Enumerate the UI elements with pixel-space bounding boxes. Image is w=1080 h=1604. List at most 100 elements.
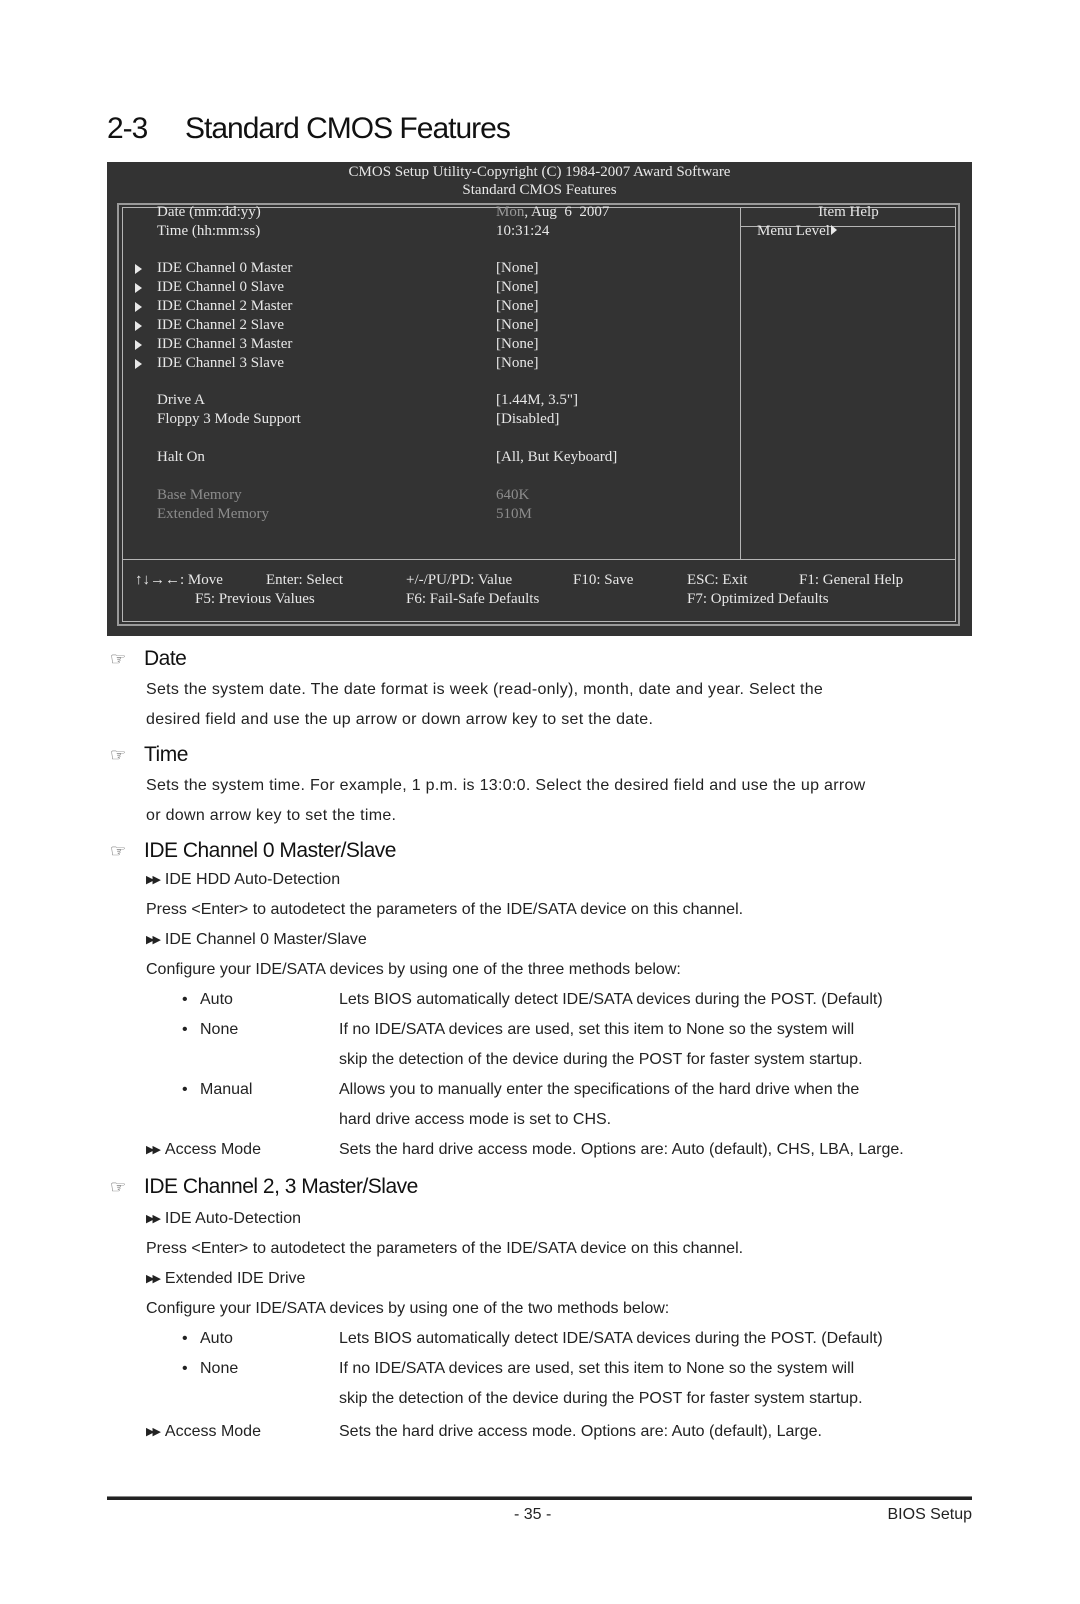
option-none-desc-2: skip the detection of the device during … bbox=[339, 1051, 863, 1068]
submenu-arrow-icon bbox=[135, 359, 142, 369]
option-name: Auto bbox=[200, 1330, 233, 1347]
bios-caption-title: Standard CMOS Features bbox=[462, 182, 617, 198]
item-label: IDE Channel 3 Master bbox=[157, 336, 293, 352]
item-value[interactable]: [All, But Keyboard] bbox=[496, 449, 617, 466]
option-name: None bbox=[200, 1360, 239, 1377]
sub-title: Access Mode bbox=[164, 1141, 261, 1158]
footer-section-name: BIOS Setup bbox=[887, 1506, 973, 1523]
item-value[interactable]: [1.44M, 3.5"] bbox=[496, 392, 578, 409]
submenu-arrow-icon bbox=[135, 302, 142, 312]
option-auto-desc: Lets BIOS automatically detect IDE/SATA … bbox=[339, 991, 883, 1008]
sub-ide-hdd-auto-detection: ▶▶ IDE HDD Auto-Detection bbox=[146, 871, 340, 889]
item-value[interactable]: [None] bbox=[496, 355, 538, 372]
double-triangle-icon: ▶▶ bbox=[146, 1213, 161, 1225]
submenu-arrow-icon bbox=[135, 340, 142, 350]
option-none-desc-1: If no IDE/SATA devices are used, set thi… bbox=[339, 1021, 855, 1038]
item-label: Base Memory bbox=[157, 487, 242, 503]
option-none-desc-1: If no IDE/SATA devices are used, set thi… bbox=[339, 1360, 855, 1377]
key-help: F1: General Help bbox=[799, 572, 904, 588]
item-value[interactable]: 10:31:24 bbox=[496, 223, 549, 240]
section-title: IDE Channel 0 Master/Slave bbox=[144, 839, 396, 862]
key-f7: F7: Optimized Defaults bbox=[687, 591, 829, 607]
text-line: Sets the system date. The date format is… bbox=[146, 681, 824, 698]
option-none: • None bbox=[182, 1021, 238, 1039]
date-value: , Aug 6 2007 bbox=[524, 204, 610, 220]
sub-ide-auto-detection: ▶▶ IDE Auto-Detection bbox=[146, 1210, 301, 1228]
time-description: Sets the system time. For example, 1 p.m… bbox=[146, 771, 972, 831]
bullet-icon: • bbox=[182, 1360, 188, 1377]
option-none-desc-2: skip the detection of the device during … bbox=[339, 1390, 863, 1407]
ide0-access-mode: ▶▶ Access Mode bbox=[146, 1141, 261, 1159]
item-value: 510M bbox=[496, 506, 532, 522]
item-value[interactable]: [None] bbox=[496, 317, 538, 334]
item-label: IDE Channel 0 Slave bbox=[157, 279, 285, 295]
pointing-hand-icon: ☞ bbox=[110, 841, 126, 861]
section-ide-channel-2-3: ☞ IDE Channel 2, 3 Master/Slave bbox=[110, 1175, 418, 1199]
text-line: desired field and use the up arrow or do… bbox=[146, 711, 654, 728]
item-value[interactable]: [None] bbox=[496, 336, 538, 353]
double-triangle-icon: ▶▶ bbox=[146, 874, 161, 886]
ide0-sub2-text: Configure your IDE/SATA devices by using… bbox=[146, 961, 681, 978]
bullet-icon: • bbox=[182, 991, 188, 1008]
bios-caption-copyright: CMOS Setup Utility-Copyright (C) 1984-20… bbox=[348, 164, 731, 180]
option-name: Auto bbox=[200, 991, 233, 1008]
submenu-arrow-icon bbox=[135, 283, 142, 293]
page-number: - 35 - bbox=[514, 1506, 552, 1523]
item-value[interactable]: [None] bbox=[496, 260, 538, 277]
key-f5: F5: Previous Values bbox=[195, 591, 315, 607]
submenu-arrow-icon bbox=[135, 321, 142, 331]
item-label: IDE Channel 2 Master bbox=[157, 298, 293, 314]
date-description: Sets the system date. The date format is… bbox=[146, 675, 972, 735]
section-time: ☞ Time bbox=[110, 743, 188, 767]
help-divider bbox=[740, 207, 741, 559]
item-label: IDE Channel 3 Slave bbox=[157, 355, 285, 371]
bullet-icon: • bbox=[182, 1081, 188, 1098]
ide0-access-mode-desc: Sets the hard drive access mode. Options… bbox=[339, 1141, 904, 1158]
weekday-readonly: Mon bbox=[496, 204, 525, 220]
item-label: Time (hh:mm:ss) bbox=[157, 223, 261, 239]
sub-ide-channel-0-master-slave: ▶▶ IDE Channel 0 Master/Slave bbox=[146, 931, 367, 949]
submenu-arrow-icon bbox=[135, 264, 142, 274]
bios-screen: CMOS Setup Utility-Copyright (C) 1984-20… bbox=[107, 162, 972, 636]
pointing-hand-icon: ☞ bbox=[110, 1177, 126, 1197]
option-name: Manual bbox=[200, 1081, 253, 1098]
option-auto: • Auto bbox=[182, 1330, 233, 1348]
ide23-sub2-text: Configure your IDE/SATA devices by using… bbox=[146, 1300, 670, 1317]
key-value: +/-/PU/PD: Value bbox=[406, 572, 513, 588]
footer-rule bbox=[107, 1496, 972, 1500]
heading-title: Standard CMOS Features bbox=[185, 112, 511, 145]
item-label: Halt On bbox=[157, 449, 205, 465]
section-ide-channel-0: ☞ IDE Channel 0 Master/Slave bbox=[110, 839, 396, 863]
bullet-icon: • bbox=[182, 1021, 188, 1038]
sub-title: Extended IDE Drive bbox=[164, 1270, 306, 1287]
section-date: ☞ Date bbox=[110, 647, 187, 671]
section-title: Date bbox=[144, 647, 187, 670]
ide23-sub1-text: Press <Enter> to autodetect the paramete… bbox=[146, 1240, 744, 1257]
double-triangle-icon: ▶▶ bbox=[146, 1426, 161, 1438]
bullet-icon: • bbox=[182, 1330, 188, 1347]
menu-level-arrow-icon bbox=[830, 225, 837, 235]
item-label: Date (mm:dd:yy) bbox=[157, 204, 261, 220]
double-triangle-icon: ▶▶ bbox=[146, 934, 161, 946]
double-triangle-icon: ▶▶ bbox=[146, 1144, 161, 1156]
heading-number: 2-3 bbox=[107, 112, 148, 145]
item-value[interactable]: [None] bbox=[496, 279, 538, 296]
text-line: Sets the system time. For example, 1 p.m… bbox=[146, 777, 866, 794]
option-manual-desc-1: Allows you to manually enter the specifi… bbox=[339, 1081, 860, 1098]
pointing-hand-icon: ☞ bbox=[110, 745, 126, 765]
key-move: ↑↓→←: Move bbox=[135, 572, 223, 588]
item-label: IDE Channel 0 Master bbox=[157, 260, 293, 276]
option-none: • None bbox=[182, 1360, 238, 1378]
option-auto-desc: Lets BIOS automatically detect IDE/SATA … bbox=[339, 1330, 883, 1347]
item-value[interactable]: [Disabled] bbox=[496, 411, 559, 428]
item-label: Drive A bbox=[157, 392, 205, 408]
item-value[interactable]: Mon, Aug 6 2007 bbox=[496, 204, 609, 221]
option-manual: • Manual bbox=[182, 1081, 252, 1099]
key-save: F10: Save bbox=[573, 572, 634, 588]
text-line: or down arrow key to set the time. bbox=[146, 807, 397, 824]
sub-title: IDE Channel 0 Master/Slave bbox=[164, 931, 367, 948]
ide23-access-mode-desc: Sets the hard drive access mode. Options… bbox=[339, 1423, 822, 1440]
sub-title: IDE HDD Auto-Detection bbox=[164, 871, 341, 888]
item-value[interactable]: [None] bbox=[496, 298, 538, 315]
keys-divider bbox=[122, 559, 956, 560]
